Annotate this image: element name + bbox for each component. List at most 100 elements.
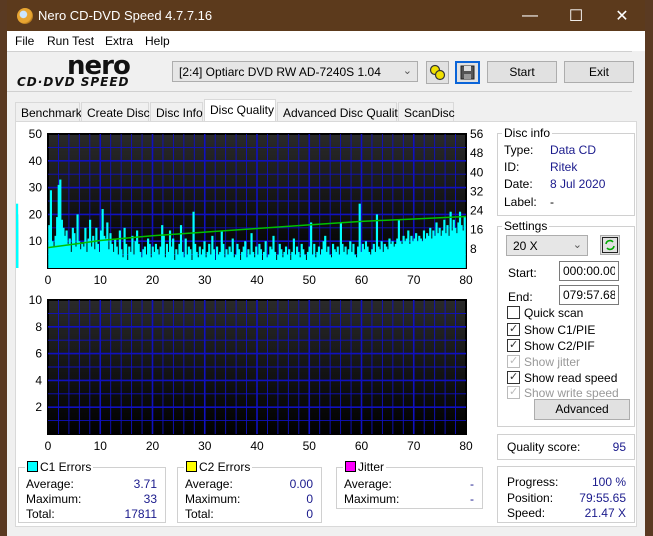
toolbar: nero CD·DVD SPEED [2:4] Optiarc DVD RW A… (7, 51, 645, 95)
x-tick-label: 60 (355, 439, 369, 453)
c2-chart: 0 10 20 30 40 50 60 70 80 2 4 6 8 10 (16, 292, 496, 457)
jitter-group: Jitter Average: - Maximum: - (336, 460, 483, 509)
advanced-button[interactable]: Advanced (534, 399, 630, 420)
y-tick-label: 10 (29, 234, 43, 248)
c1-chart-svg: 0 10 20 30 40 50 60 70 80 10 20 30 40 50 8 16 24 32 40 48 56 (16, 127, 484, 287)
y2-tick-label: 56 (470, 127, 484, 141)
end-label: End: (508, 290, 533, 304)
y2-tick-label: 40 (470, 165, 484, 179)
x-tick-label: 70 (407, 439, 421, 453)
menu-bar: File Run Test Extra Help (7, 31, 645, 51)
c1-color-swatch (27, 461, 38, 472)
menu-help[interactable]: Help (145, 34, 170, 48)
menu-file[interactable]: File (15, 34, 34, 48)
disc-type-label: Type: (504, 143, 534, 157)
check-icon: ✓ (509, 386, 519, 398)
c2-maximum-value: 0 (306, 492, 313, 506)
x-tick-label: 80 (459, 439, 473, 453)
show-c1-checkbox[interactable]: ✓ (507, 323, 520, 336)
y-tick-label: 40 (29, 154, 43, 168)
show-write-speed-label: Show write speed (524, 386, 619, 400)
tab-create-disc[interactable]: Create Disc (81, 102, 150, 121)
quick-scan-label: Quick scan (524, 306, 584, 320)
drive-select[interactable]: [2:4] Optiarc DVD RW AD-7240S 1.04 ⌄ (172, 61, 418, 82)
minimize-button[interactable]: — (507, 0, 553, 31)
quality-score-group: Quality score: 95 (497, 434, 635, 460)
save-button[interactable] (455, 61, 480, 84)
c1-total-value: 17811 (124, 507, 157, 521)
disc-id-value: Ritek (550, 160, 578, 174)
x-tick-label: 60 (355, 273, 369, 287)
x-tick-label: 70 (407, 273, 421, 287)
maximize-button[interactable]: ☐ (553, 0, 599, 31)
x-tick-label: 40 (250, 273, 264, 287)
y-tick-label: 6 (35, 347, 42, 361)
quick-scan-checkbox[interactable] (507, 306, 520, 319)
c1-errors-group: C1 Errors Average: 3.71 Maximum: 33 Tota… (18, 460, 166, 523)
x-tick-label: 10 (94, 439, 108, 453)
tab-advanced-disc-quality[interactable]: Advanced Disc Quality (277, 102, 404, 121)
tab-disc-info[interactable]: Disc Info (150, 102, 203, 121)
show-jitter-checkbox[interactable]: ✓ (507, 355, 520, 368)
disc-label-label: Label: (504, 195, 537, 209)
app-window: Nero CD-DVD Speed 4.7.7.16 — ☐ ✕ File Ru… (7, 0, 645, 536)
c1-average-label: Average: (26, 477, 74, 491)
speed-select-value: 20 X (513, 239, 538, 253)
disc-quality-panel: 0 10 20 30 40 50 60 70 80 10 20 30 40 50 8 16 24 32 40 48 56… (15, 121, 637, 527)
menu-run-test[interactable]: Run Test (47, 34, 94, 48)
tab-disc-quality[interactable]: Disc Quality (204, 99, 276, 122)
jitter-maximum-label: Maximum: (344, 492, 400, 506)
chevron-down-icon: ⌄ (402, 65, 412, 77)
speed-value: 21.47 X (584, 506, 626, 520)
show-read-speed-checkbox[interactable]: ✓ (507, 371, 520, 384)
c2-average-value: 0.00 (289, 477, 313, 491)
y-tick-label: 10 (29, 293, 43, 307)
y-tick-label: 50 (29, 127, 43, 141)
tab-scandisc[interactable]: ScanDisc (398, 102, 455, 121)
disc-date-label: Date: (504, 177, 533, 191)
disc-type-value: Data CD (550, 143, 597, 157)
y2-tick-label: 24 (470, 204, 484, 218)
show-read-speed-label: Show read speed (524, 371, 618, 385)
x-tick-label: 20 (146, 439, 160, 453)
x-tick-label: 10 (94, 273, 108, 287)
show-write-speed-checkbox[interactable]: ✓ (507, 386, 520, 399)
disc-date-value: 8 Jul 2020 (550, 177, 606, 191)
quality-score-label: Quality score: (507, 440, 581, 454)
c2-total-label: Total: (185, 507, 214, 521)
end-time-input[interactable] (559, 285, 619, 305)
title-bar: Nero CD-DVD Speed 4.7.7.16 — ☐ ✕ (7, 0, 645, 31)
progress-label: Progress: (507, 475, 559, 489)
settings-link-button[interactable] (426, 61, 449, 84)
x-tick-label: 80 (459, 273, 473, 287)
status-group: Progress: 100 % Position: 79:55.65 Speed… (497, 466, 635, 523)
start-time-input[interactable] (559, 261, 619, 281)
window-title: Nero CD-DVD Speed 4.7.7.16 (38, 8, 213, 23)
check-icon: ✓ (509, 371, 519, 383)
c1-error-bar (16, 214, 19, 268)
settings-link-icon (429, 64, 446, 81)
exit-button[interactable]: Exit (564, 61, 634, 83)
c2-color-swatch (186, 461, 197, 472)
speed-select[interactable]: 20 X ⌄ (506, 235, 588, 256)
check-icon: ✓ (509, 355, 519, 367)
jitter-color-swatch (345, 461, 356, 472)
check-icon: ✓ (509, 323, 519, 335)
y-tick-label: 20 (29, 207, 43, 221)
start-label: Start: (508, 266, 537, 280)
tab-benchmark[interactable]: Benchmark (15, 102, 82, 121)
c1-maximum-label: Maximum: (26, 492, 82, 506)
x-tick-label: 50 (303, 273, 317, 287)
x-tick-label: 30 (198, 439, 212, 453)
x-tick-label: 50 (303, 439, 317, 453)
drive-select-value: [2:4] Optiarc DVD RW AD-7240S 1.04 (179, 65, 381, 79)
refresh-button[interactable] (600, 235, 620, 255)
c1-chart: 0 10 20 30 40 50 60 70 80 10 20 30 40 50 8 16 24 32 40 48 56 (16, 122, 496, 292)
close-button[interactable]: ✕ (599, 0, 645, 31)
menu-extra[interactable]: Extra (105, 34, 133, 48)
jitter-maximum-value: - (470, 492, 474, 506)
x-tick-label: 0 (45, 439, 52, 453)
start-button[interactable]: Start (487, 61, 557, 83)
c1-maximum-value: 33 (143, 492, 157, 506)
show-c2-checkbox[interactable]: ✓ (507, 339, 520, 352)
